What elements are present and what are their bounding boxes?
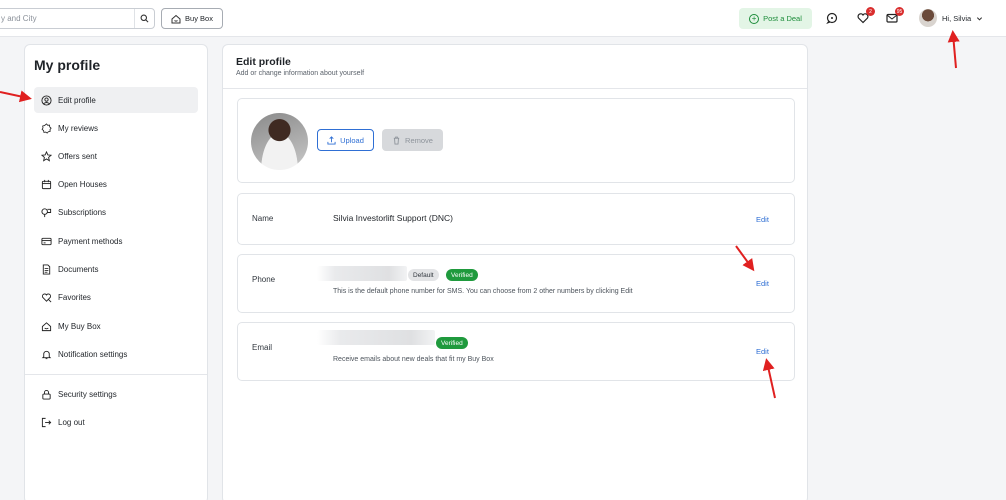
arrow-to-edit-phone — [735, 245, 755, 272]
arrow-to-edit-email — [762, 358, 776, 399]
arrow-to-edit-profile — [0, 90, 32, 103]
arrow-to-user-menu — [947, 30, 960, 69]
annotation-arrows — [0, 30, 960, 399]
